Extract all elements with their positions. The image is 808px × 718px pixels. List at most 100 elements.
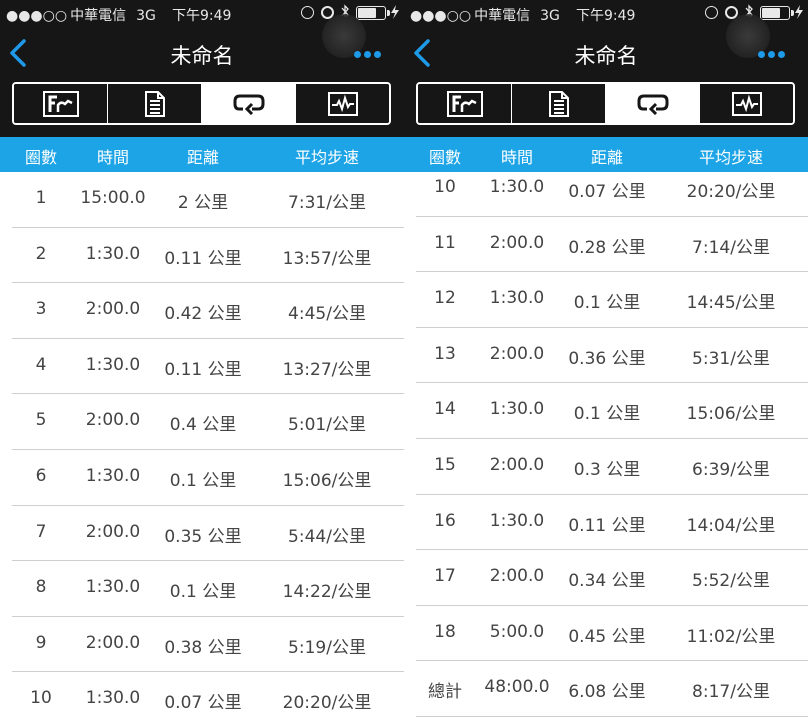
- lap-time: 2:00.0: [85, 521, 141, 542]
- lap-row[interactable]: 11 2:00.0 0.28 公里 7:14/公里: [404, 217, 808, 273]
- tab-waveform[interactable]: [700, 84, 793, 123]
- laps-list: 1 15:00.0 2 公里 7:31/公里 2 1:30.0 0.11 公里 …: [0, 172, 404, 718]
- lap-time: 2:00.0: [489, 566, 545, 587]
- lap-distance: 0.1 公里: [573, 293, 641, 314]
- navigation-bar: 未命名: [404, 14, 808, 78]
- dot: [354, 51, 361, 58]
- lap-time: 2:00.0: [489, 454, 545, 475]
- lap-time: 2:00.0: [85, 410, 141, 431]
- lap-row[interactable]: 3 2:00.0 0.42 公里 4:45/公里: [0, 283, 404, 339]
- lap-time: 1:30.0: [85, 354, 141, 375]
- tab-document[interactable]: [512, 84, 606, 123]
- lap-row[interactable]: 7 2:00.0 0.35 公里 5:44/公里: [0, 506, 404, 562]
- battery-icon: [760, 6, 794, 20]
- header-time: 時間: [96, 148, 129, 167]
- segmented-control: [416, 82, 795, 125]
- lap-pace: 5:52/公里: [692, 571, 770, 592]
- lap-distance: 0.36 公里: [568, 348, 646, 369]
- lap-time: 1:30.0: [85, 688, 141, 709]
- lap-pace: 20:20/公里: [686, 182, 776, 202]
- dot: [364, 51, 371, 58]
- lap-pace: 4:45/公里: [288, 304, 366, 325]
- lap-row[interactable]: 6 1:30.0 0.1 公里 15:06/公里: [0, 450, 404, 506]
- rotation-lock-icon: [301, 6, 314, 19]
- waveform-icon: [731, 91, 762, 116]
- lap-row[interactable]: 14 1:30.0 0.1 公里 15:06/公里: [404, 383, 808, 439]
- lap-distance: 0.34 公里: [568, 571, 646, 592]
- lap-distance: 0.45 公里: [568, 626, 646, 647]
- lap-distance: 0.07 公里: [164, 693, 242, 714]
- lap-time: 2:00.0: [489, 232, 545, 253]
- navigation-bar: 未命名: [0, 14, 404, 78]
- lap-time: 1:30.0: [489, 177, 545, 197]
- phone-panel-left: ●●●○○ 中華電信 3G 下午9:49 未命名 圈數 時間 距離 平均步速 1…: [0, 0, 404, 718]
- network-type: 3G: [136, 8, 156, 24]
- network-type: 3G: [540, 8, 560, 24]
- lap-row[interactable]: 17 2:00.0 0.34 公里 5:52/公里: [404, 550, 808, 606]
- lap-row[interactable]: 4 1:30.0 0.11 公里 13:27/公里: [0, 339, 404, 395]
- carrier-name: 中華電信: [474, 8, 531, 24]
- lap-pace: 14:22/公里: [282, 582, 372, 603]
- tab-laps[interactable]: [606, 84, 700, 123]
- lap-distance: 0.35 公里: [164, 526, 242, 547]
- battery-level-fill: [358, 8, 376, 18]
- lap-row[interactable]: 15 2:00.0 0.3 公里 6:39/公里: [404, 439, 808, 495]
- lap-row[interactable]: 16 1:30.0 0.11 公里 14:04/公里: [404, 495, 808, 551]
- status-time: 下午9:49: [172, 8, 232, 24]
- lap-distance: 2 公里: [177, 193, 229, 213]
- more-dots-icon[interactable]: [758, 51, 786, 59]
- lap-time: 1:30.0: [489, 510, 545, 531]
- header-distance: 距離: [186, 148, 219, 167]
- lap-row[interactable]: 18 5:00.0 0.45 公里 11:02/公里: [404, 606, 808, 662]
- lap-row[interactable]: 9 2:00.0 0.38 公里 5:19/公里: [0, 617, 404, 673]
- screenshot-root: ●●●○○ 中華電信 3G 下午9:49 未命名 圈數 時間 距離 平均步速 1…: [0, 0, 808, 718]
- lap-distance: 0.1 公里: [169, 582, 237, 603]
- lap-row[interactable]: 10 1:30.0 0.07 公里 20:20/公里: [0, 672, 404, 718]
- tab-laps[interactable]: [202, 84, 296, 123]
- tab-waveform[interactable]: [296, 84, 389, 123]
- column-header: 圈數 時間 距離 平均步速: [0, 137, 404, 172]
- header-pace: 平均步速: [294, 148, 359, 167]
- laps-loop-icon: [637, 94, 668, 115]
- lap-pace: 5:31/公里: [692, 348, 770, 369]
- carrier-name: 中華電信: [70, 8, 127, 24]
- lap-row[interactable]: 1 15:00.0 2 公里 7:31/公里: [0, 172, 404, 228]
- lap-time: 1:30.0: [489, 399, 545, 420]
- dot: [768, 51, 775, 58]
- lap-distance: 0.07 公里: [568, 182, 646, 202]
- laps-list: 10 1:30.0 0.07 公里 20:20/公里 11 2:00.0 0.2…: [404, 161, 808, 717]
- status-time: 下午9:49: [576, 8, 636, 24]
- lap-time: 5:00.0: [489, 621, 545, 642]
- lap-distance: 0.1 公里: [169, 470, 237, 491]
- lap-time: 2:00.0: [85, 632, 141, 653]
- tab-chart[interactable]: [14, 84, 108, 123]
- laps-loop-icon: [233, 94, 264, 115]
- more-dots-icon[interactable]: [354, 51, 382, 59]
- tab-strip: [404, 78, 808, 137]
- lap-distance: 0.1 公里: [573, 404, 641, 425]
- lap-pace: 5:01/公里: [288, 415, 366, 436]
- lap-distance: 0.38 公里: [164, 637, 242, 658]
- lap-row[interactable]: 13 2:00.0 0.36 公里 5:31/公里: [404, 328, 808, 384]
- lap-row[interactable]: 10 1:30.0 0.07 公里 20:20/公里: [404, 161, 808, 217]
- lap-distance: 0.11 公里: [568, 515, 646, 536]
- lap-distance: 0.3 公里: [573, 459, 641, 480]
- document-list-icon: [548, 90, 569, 117]
- lap-pace: 15:06/公里: [282, 470, 372, 491]
- lap-distance: 6.08 公里: [568, 682, 646, 703]
- document-list-icon: [144, 90, 165, 117]
- status-carrier-group: ●●●○○ 中華電信 3G: [410, 5, 560, 25]
- lap-row[interactable]: 12 1:30.0 0.1 公里 14:45/公里: [404, 272, 808, 328]
- lap-time: 1:30.0: [85, 577, 141, 598]
- tab-chart[interactable]: [418, 84, 512, 123]
- tab-document[interactable]: [108, 84, 202, 123]
- total-row[interactable]: 總計 48:00.0 6.08 公里 8:17/公里: [404, 661, 808, 717]
- lap-row[interactable]: 5 2:00.0 0.4 公里 5:01/公里: [0, 394, 404, 450]
- lap-distance: 0.11 公里: [164, 248, 242, 269]
- lap-row[interactable]: 8 1:30.0 0.1 公里 14:22/公里: [0, 561, 404, 617]
- lap-distance: 0.42 公里: [164, 304, 242, 325]
- lap-time: 2:00.0: [489, 343, 545, 364]
- battery-icon: [356, 6, 390, 20]
- lap-row[interactable]: 2 1:30.0 0.11 公里 13:57/公里: [0, 228, 404, 284]
- lap-pace: 5:19/公里: [288, 637, 366, 658]
